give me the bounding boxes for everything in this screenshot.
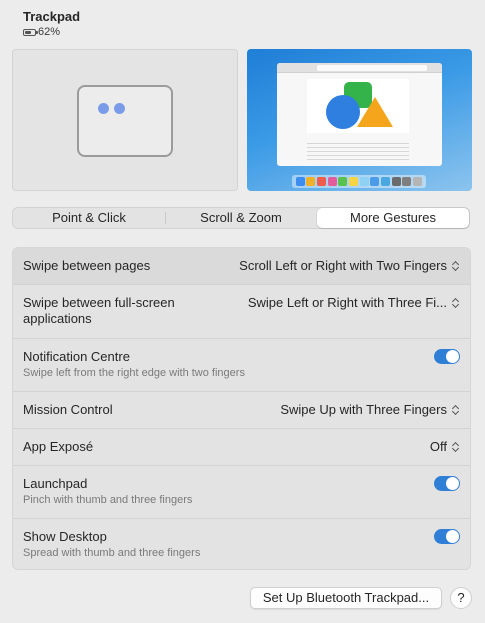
setting-row-swipe-fullscreen-apps: Swipe between full-screen applications S… (13, 284, 470, 338)
toggle-knob (446, 350, 459, 363)
preview-hero-image (307, 79, 409, 133)
setting-row-app-expose: App Exposé Off (13, 428, 470, 465)
swipe-pages-popup[interactable]: Scroll Left or Right with Two Fingers (239, 258, 460, 273)
popup-value: Scroll Left or Right with Two Fingers (239, 258, 447, 273)
setting-row-swipe-between-pages: Swipe between pages Scroll Left or Right… (13, 248, 470, 284)
preview-text-lines (307, 143, 409, 163)
dock-app-icon (317, 177, 327, 186)
popup-value: Swipe Left or Right with Three Fi... (247, 295, 447, 310)
setup-bluetooth-trackpad-button[interactable]: Set Up Bluetooth Trackpad... (250, 587, 442, 609)
setting-row-show-desktop: Show Desktop Spread with thumb and three… (13, 518, 470, 569)
dock-app-icon (295, 177, 305, 186)
dock-app-icon (370, 177, 380, 186)
mission-control-popup[interactable]: Swipe Up with Three Fingers (280, 402, 460, 417)
dock-app-icon (381, 177, 391, 186)
up-down-chevron-icon (452, 260, 460, 272)
dock-app-icon (391, 177, 401, 186)
trackpad-illustration (77, 85, 173, 157)
battery-level: 62% (38, 26, 61, 38)
page-title: Trackpad (23, 9, 81, 24)
setting-label: Launchpad (23, 476, 88, 491)
dock-app-icon (349, 177, 359, 186)
notification-centre-toggle[interactable] (434, 349, 460, 364)
setting-label: Notification Centre (23, 349, 130, 364)
preview-url-bar (317, 65, 427, 71)
setting-description: Spread with thumb and three fingers (23, 547, 201, 559)
finger-dot (114, 103, 125, 114)
dock-app-icon (338, 177, 348, 186)
setting-label: App Exposé (23, 439, 94, 454)
tab-more-gestures[interactable]: More Gestures (317, 208, 469, 228)
tab-scroll-and-zoom[interactable]: Scroll & Zoom (165, 208, 317, 228)
toggle-knob (446, 477, 459, 490)
shapes-illustration (326, 82, 393, 129)
tab-point-and-click[interactable]: Point & Click (13, 208, 165, 228)
popup-value: Off (429, 439, 447, 454)
battery-icon (23, 28, 38, 36)
dock-app-icon (327, 177, 337, 186)
up-down-chevron-icon (452, 441, 460, 453)
header: Trackpad 62% (23, 9, 80, 38)
gesture-tabs: Point & Click Scroll & Zoom More Gesture… (12, 207, 470, 229)
finger-dot (98, 103, 109, 114)
toggle-knob (446, 530, 459, 543)
battery-status: 62% (23, 26, 80, 38)
setting-description: Pinch with thumb and three fingers (23, 494, 193, 506)
app-expose-popup[interactable]: Off (430, 439, 460, 454)
up-down-chevron-icon (452, 404, 460, 416)
dock-app-icon (306, 177, 316, 186)
dock-app-icon (359, 177, 369, 186)
gesture-settings-list: Swipe between pages Scroll Left or Right… (12, 247, 471, 570)
trackpad-gesture-preview (12, 49, 238, 191)
dock-app-icon (413, 177, 423, 186)
preview-dock (292, 175, 426, 188)
popup-value: Swipe Up with Three Fingers (280, 402, 447, 417)
setting-row-mission-control: Mission Control Swipe Up with Three Fing… (13, 391, 470, 428)
up-down-chevron-icon (452, 297, 460, 309)
setting-label: Mission Control (23, 402, 113, 417)
show-desktop-toggle[interactable] (434, 529, 460, 544)
setting-label: Show Desktop (23, 529, 107, 544)
setting-row-launchpad: Launchpad Pinch with thumb and three fin… (13, 465, 470, 518)
setting-row-notification-centre: Notification Centre Swipe left from the … (13, 338, 470, 391)
dock-app-icon (402, 177, 412, 186)
battery-fill (25, 30, 31, 34)
desktop-preview (247, 49, 472, 191)
launchpad-toggle[interactable] (434, 476, 460, 491)
setting-label: Swipe between full-screen applications (23, 295, 175, 326)
swipe-fullscreen-popup[interactable]: Swipe Left or Right with Three Fi... (248, 295, 460, 310)
help-button[interactable]: ? (450, 587, 472, 609)
preview-window (277, 63, 442, 166)
setting-description: Swipe left from the right edge with two … (23, 367, 245, 379)
setting-label: Swipe between pages (23, 258, 151, 273)
